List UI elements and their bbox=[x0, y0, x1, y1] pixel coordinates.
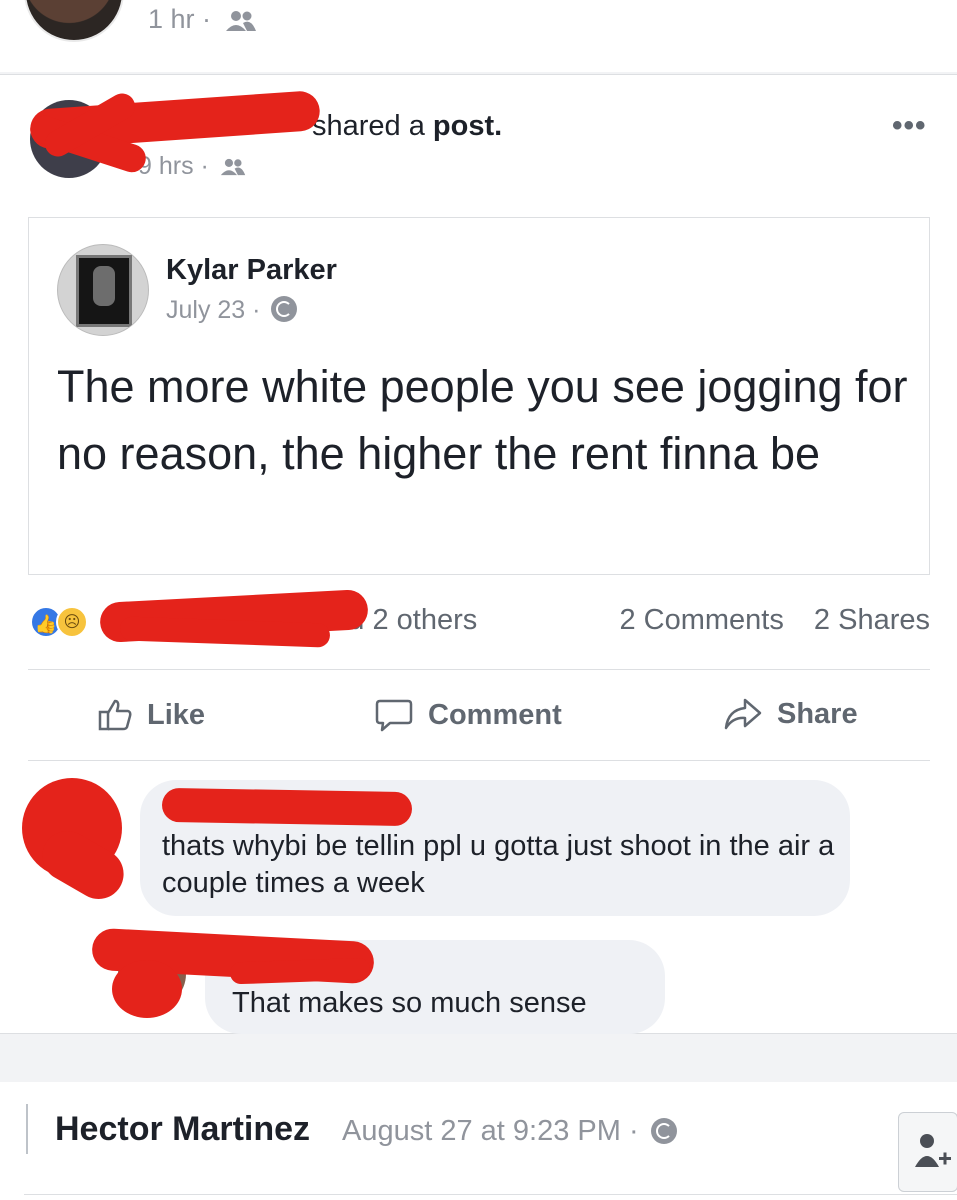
divider bbox=[24, 1194, 957, 1195]
original-post[interactable]: Kylar Parker July 23 · The more white pe… bbox=[28, 217, 930, 575]
add-friend-icon bbox=[915, 1134, 951, 1167]
sad-reaction-icon: ☹ bbox=[56, 606, 88, 638]
share-action-text: shared a bbox=[312, 110, 433, 142]
next-post: Hector Martinez August 27 at 9:23 PM · bbox=[0, 1082, 957, 1200]
post-text: The more white people you see jogging fo… bbox=[57, 361, 908, 479]
shares-count[interactable]: 2 Shares bbox=[814, 604, 930, 636]
comment-button[interactable]: Comment bbox=[374, 697, 562, 733]
divider bbox=[28, 669, 930, 670]
post-date: August 27 at 9:23 PM · bbox=[342, 1115, 677, 1148]
comments-count[interactable]: 2 Comments bbox=[619, 604, 783, 636]
divider bbox=[28, 760, 930, 761]
post-date-text[interactable]: July 23 · bbox=[166, 296, 260, 324]
avatar[interactable] bbox=[57, 244, 149, 336]
comment-text: That makes so much sense bbox=[232, 987, 587, 1019]
add-friend-button[interactable] bbox=[898, 1112, 957, 1192]
post-link[interactable]: post. bbox=[433, 110, 502, 142]
share-button[interactable]: Share bbox=[723, 697, 858, 731]
globe-icon bbox=[271, 296, 298, 322]
share-meta: 9 hrs · bbox=[138, 152, 246, 181]
comment-label: Comment bbox=[428, 698, 562, 731]
post-author[interactable]: Hector Martinez bbox=[55, 1110, 310, 1149]
friends-icon bbox=[220, 159, 245, 176]
previous-post: 1 hr · bbox=[0, 0, 957, 72]
post-date: July 23 · bbox=[166, 296, 298, 325]
more-dots-icon[interactable]: ••• bbox=[892, 111, 927, 141]
redaction-mark bbox=[161, 787, 413, 827]
post-date-text[interactable]: August 27 at 9:23 PM · bbox=[342, 1115, 639, 1147]
like-button[interactable]: Like bbox=[97, 697, 205, 733]
friends-icon bbox=[225, 10, 256, 31]
globe-icon bbox=[650, 1118, 677, 1144]
post-time[interactable]: 9 hrs · bbox=[138, 152, 209, 180]
comment-text: thats whybi be tellin ppl u gotta just s… bbox=[162, 830, 835, 899]
previous-post-meta: 1 hr · bbox=[148, 4, 257, 35]
share-arrow-icon bbox=[724, 698, 762, 730]
post-time[interactable]: 1 hr · bbox=[148, 4, 211, 34]
post-author[interactable]: Kylar Parker bbox=[166, 254, 337, 287]
divider bbox=[26, 1104, 28, 1154]
reaction-icons[interactable]: 👍 ☹ bbox=[30, 606, 90, 638]
share-header: shared a post. bbox=[312, 110, 502, 143]
redaction-mark bbox=[112, 960, 182, 1018]
share-label: Share bbox=[777, 697, 858, 730]
like-label: Like bbox=[147, 698, 206, 731]
engagement-counts: 2 Comments 2 Shares bbox=[597, 604, 930, 637]
comment-icon bbox=[375, 699, 413, 732]
avatar[interactable] bbox=[24, 0, 124, 42]
thumbs-up-icon bbox=[98, 699, 132, 731]
